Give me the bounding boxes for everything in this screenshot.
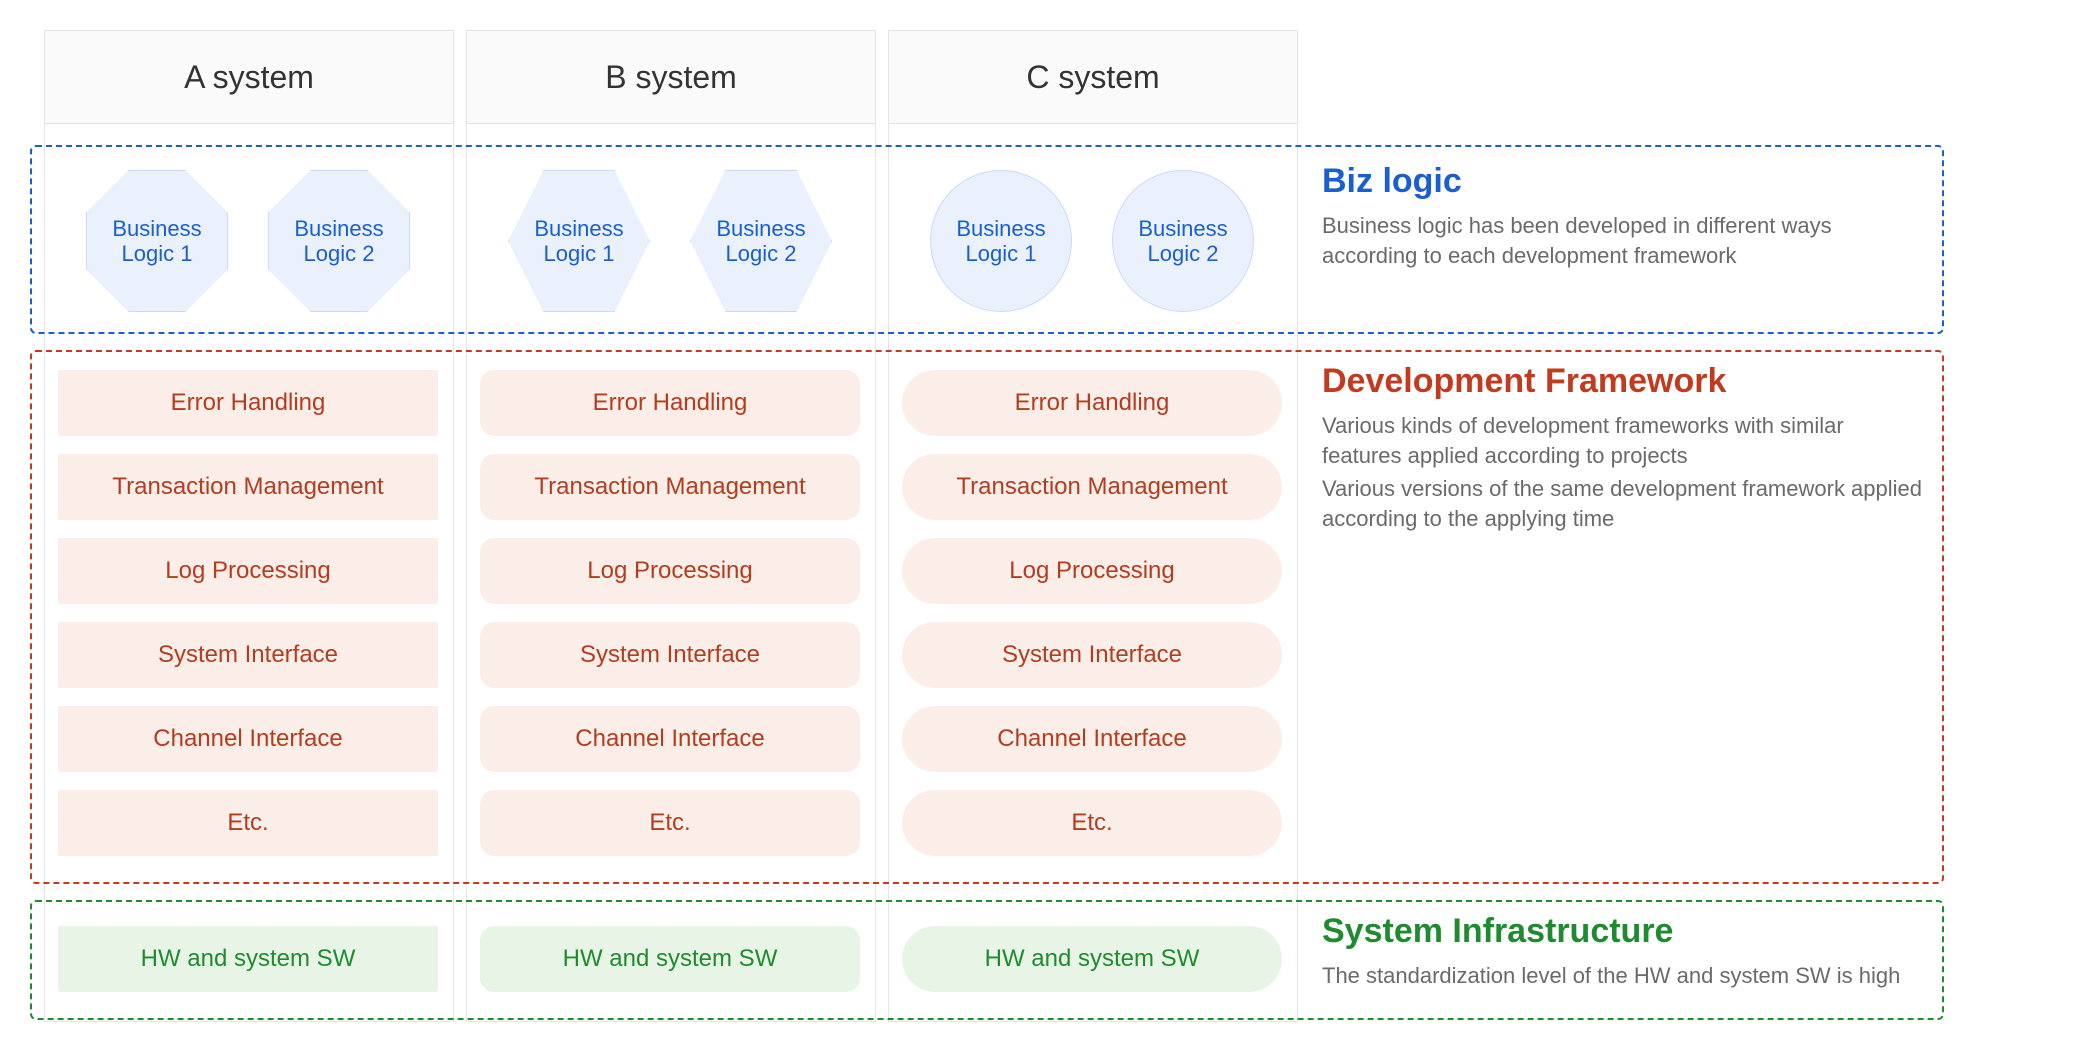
infra-bar-b: HW and system SW bbox=[480, 926, 860, 992]
logic-shapes-a: BusinessLogic 1 BusinessLogic 2 bbox=[44, 170, 452, 312]
fw-bar: Log Processing bbox=[480, 538, 860, 604]
infra-desc: The standardization level of the HW and … bbox=[1322, 961, 1922, 991]
fw-bar: System Interface bbox=[480, 622, 860, 688]
biz-title: Biz logic bbox=[1322, 162, 1922, 201]
logic-a-1: BusinessLogic 1 bbox=[86, 170, 228, 312]
dev-desc-2: Various versions of the same development… bbox=[1322, 474, 1922, 533]
logic-shapes-c: BusinessLogic 1 BusinessLogic 2 bbox=[888, 170, 1296, 312]
logic-shapes-b: BusinessLogic 1 BusinessLogic 2 bbox=[466, 170, 874, 312]
column-b-title: B system bbox=[467, 31, 875, 124]
logic-c-2: BusinessLogic 2 bbox=[1112, 170, 1254, 312]
fw-bar: Error Handling bbox=[480, 370, 860, 436]
fw-bar: System Interface bbox=[902, 622, 1282, 688]
logic-b-1: BusinessLogic 1 bbox=[508, 170, 650, 312]
fw-bar: Transaction Management bbox=[58, 454, 438, 520]
fw-bar: Channel Interface bbox=[902, 706, 1282, 772]
fw-bar: Channel Interface bbox=[58, 706, 438, 772]
fw-bar: Log Processing bbox=[902, 538, 1282, 604]
architecture-diagram: A system B system C system BusinessLogic… bbox=[0, 0, 2091, 1054]
dev-title: Development Framework bbox=[1322, 362, 1922, 401]
framework-bars-b: Error Handling Transaction Management Lo… bbox=[480, 370, 860, 856]
fw-bar: Error Handling bbox=[58, 370, 438, 436]
dev-desc-1: Various kinds of development frameworks … bbox=[1322, 411, 1922, 470]
fw-bar: Transaction Management bbox=[902, 454, 1282, 520]
framework-bars-c: Error Handling Transaction Management Lo… bbox=[902, 370, 1282, 856]
logic-c-1: BusinessLogic 1 bbox=[930, 170, 1072, 312]
framework-bars-a: Error Handling Transaction Management Lo… bbox=[58, 370, 438, 856]
fw-bar: Log Processing bbox=[58, 538, 438, 604]
column-a-title: A system bbox=[45, 31, 453, 124]
infra-title: System Infrastructure bbox=[1322, 912, 1922, 951]
fw-bar: Error Handling bbox=[902, 370, 1282, 436]
logic-a-2: BusinessLogic 2 bbox=[268, 170, 410, 312]
section-dev-text: Development Framework Various kinds of d… bbox=[1322, 362, 1922, 538]
infra-bar-c: HW and system SW bbox=[902, 926, 1282, 992]
fw-bar: Etc. bbox=[58, 790, 438, 856]
section-infra-text: System Infrastructure The standardizatio… bbox=[1322, 912, 1922, 995]
fw-bar: Etc. bbox=[902, 790, 1282, 856]
biz-desc: Business logic has been developed in dif… bbox=[1322, 211, 1922, 270]
fw-bar: Channel Interface bbox=[480, 706, 860, 772]
logic-b-2: BusinessLogic 2 bbox=[690, 170, 832, 312]
fw-bar: System Interface bbox=[58, 622, 438, 688]
column-c-title: C system bbox=[889, 31, 1297, 124]
infra-bar-a: HW and system SW bbox=[58, 926, 438, 992]
fw-bar: Transaction Management bbox=[480, 454, 860, 520]
section-biz-text: Biz logic Business logic has been develo… bbox=[1322, 162, 1922, 274]
fw-bar: Etc. bbox=[480, 790, 860, 856]
